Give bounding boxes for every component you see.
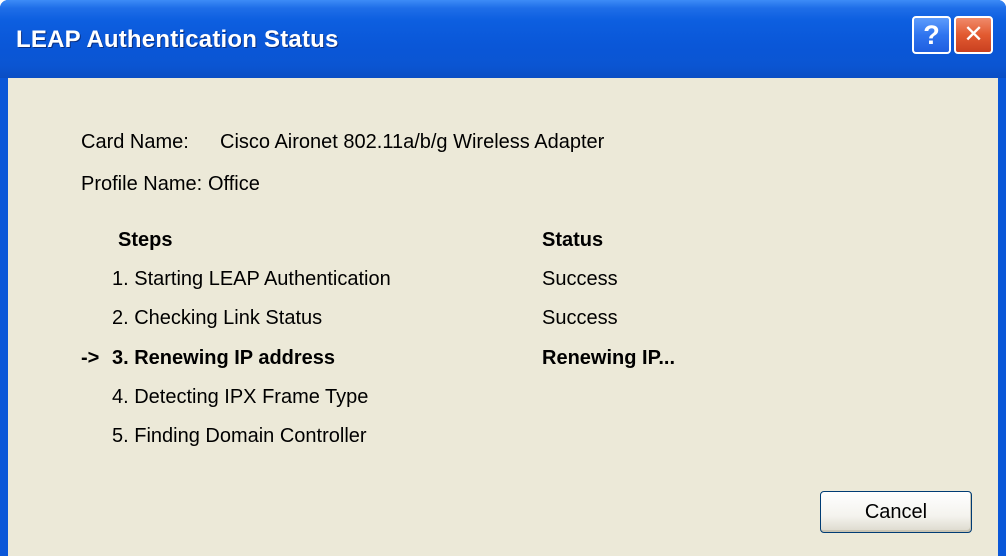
leap-status-dialog: LEAP Authentication Status ? ✕ Card Name…: [0, 0, 1006, 556]
help-icon: ?: [923, 19, 940, 50]
step-label: 2. Checking Link Status: [112, 307, 323, 329]
dialog-body: Card Name: Cisco Aironet 802.11a/b/g Wir…: [8, 78, 998, 556]
window-title: LEAP Authentication Status: [16, 26, 339, 53]
status-header: Status: [542, 229, 604, 251]
card-name-label: Card Name:: [81, 131, 189, 153]
step-status: Renewing IP...: [542, 347, 675, 369]
current-step-arrow: ->: [81, 347, 100, 369]
step-label: 3. Renewing IP address: [112, 347, 336, 369]
card-name-value: Cisco Aironet 802.11a/b/g Wireless Adapt…: [220, 131, 605, 153]
profile-name-label: Profile Name:: [81, 173, 203, 195]
profile-name-value: Office: [208, 173, 260, 195]
step-status: Success: [542, 268, 618, 290]
step-label: 4. Detecting IPX Frame Type: [112, 386, 369, 408]
step-status: Success: [542, 307, 618, 329]
step-label: 1. Starting LEAP Authentication: [112, 268, 391, 290]
help-button[interactable]: ?: [912, 16, 951, 54]
close-button[interactable]: ✕: [954, 16, 993, 54]
steps-header: Steps: [118, 229, 173, 251]
step-label: 5. Finding Domain Controller: [112, 425, 367, 447]
close-icon: ✕: [963, 21, 984, 48]
title-bar[interactable]: LEAP Authentication Status ? ✕: [0, 0, 1006, 78]
cancel-button[interactable]: Cancel: [820, 491, 972, 533]
